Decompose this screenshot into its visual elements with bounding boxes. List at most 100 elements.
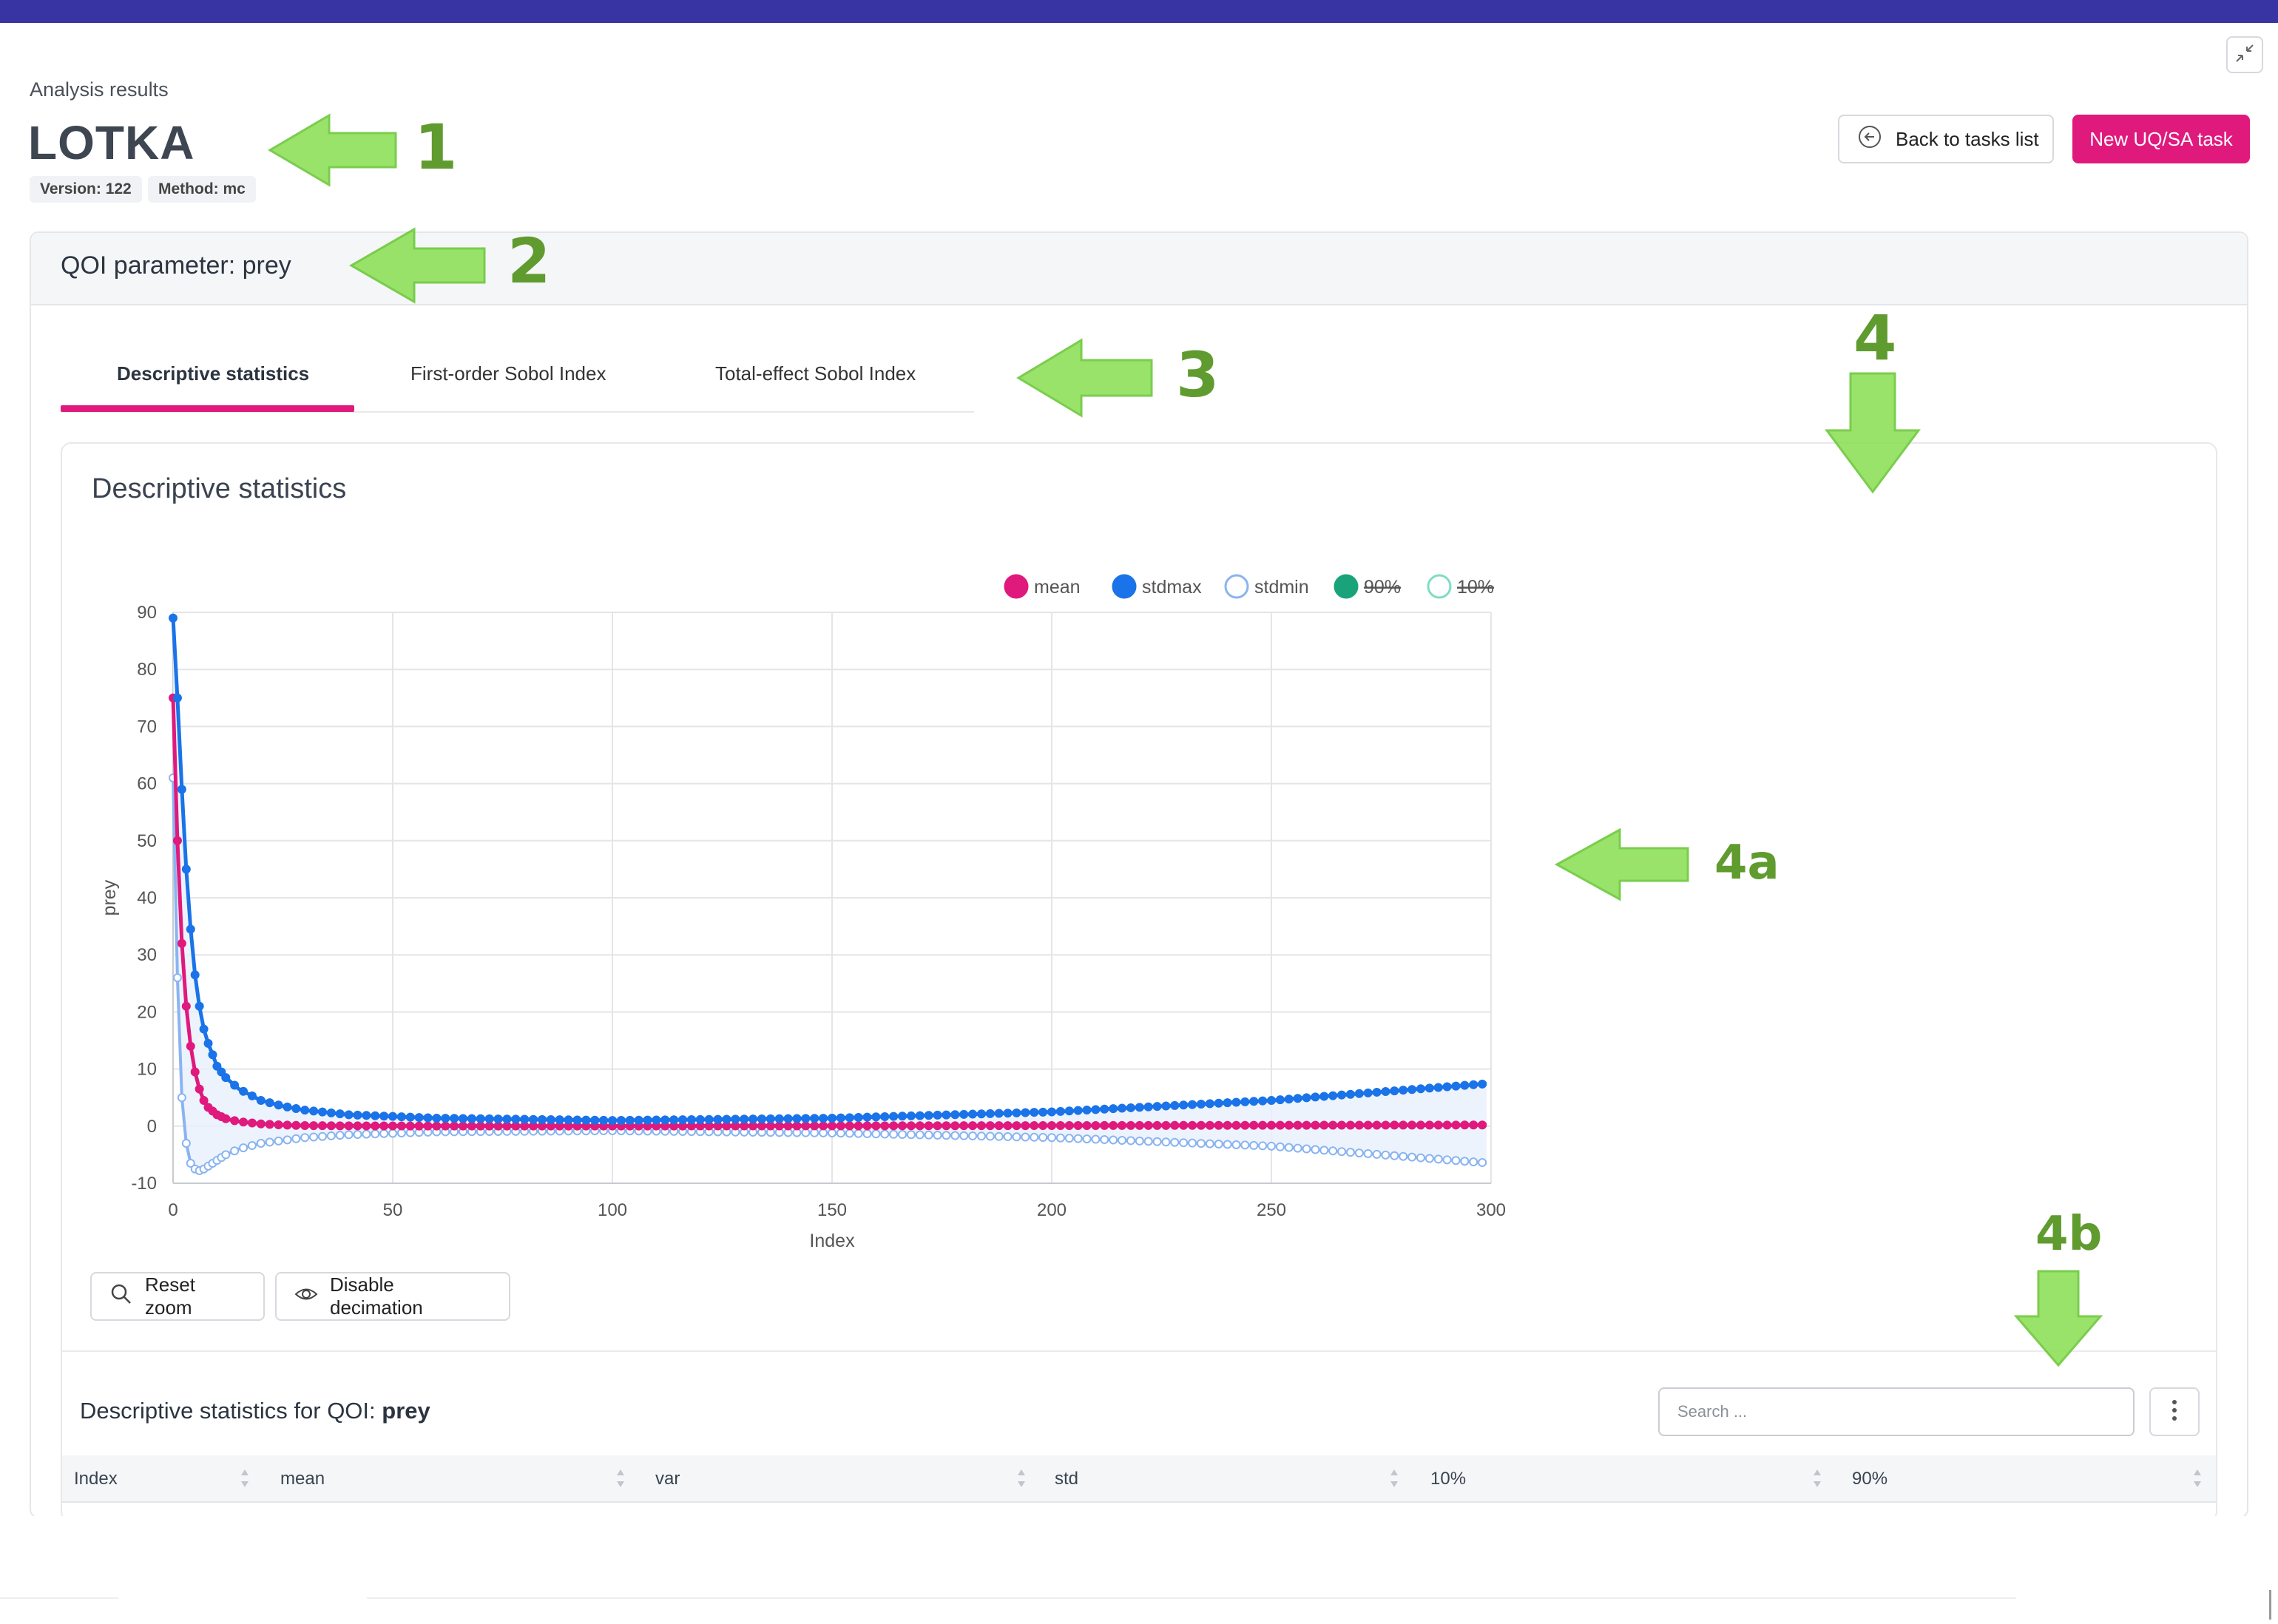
footer-divider — [367, 1597, 2016, 1599]
x-tick-label: 200 — [1037, 1200, 1067, 1220]
data-point-stdmin — [1460, 1157, 1470, 1166]
data-point-stdmax — [353, 1110, 362, 1120]
data-point-mean — [432, 1121, 442, 1131]
data-point-mean — [1416, 1120, 1425, 1130]
data-point-stdmin — [1319, 1146, 1329, 1155]
sort-icon[interactable] — [240, 1467, 250, 1493]
disable-decimation-button[interactable]: Disable decimation — [275, 1272, 510, 1321]
data-point-mean — [353, 1121, 362, 1131]
collapse-button[interactable] — [2226, 36, 2263, 73]
data-point-stdmin — [828, 1129, 836, 1138]
annotation-arrow-left-icon — [268, 113, 397, 187]
data-point-stdmax — [765, 1114, 775, 1123]
data-point-stdmin — [256, 1138, 266, 1148]
legend-label: stdmax — [1142, 577, 1202, 598]
sort-icon[interactable] — [615, 1467, 626, 1493]
panel-divider — [62, 1350, 2216, 1352]
data-point-stdmax — [335, 1109, 345, 1119]
column-header-10pct[interactable]: 10% — [1430, 1469, 1466, 1489]
data-point-mean — [239, 1117, 249, 1127]
data-point-stdmax — [625, 1115, 635, 1125]
column-header-var[interactable]: var — [655, 1469, 680, 1489]
data-point-stdmax — [1179, 1100, 1189, 1110]
data-point-stdmin — [1407, 1152, 1417, 1162]
data-point-mean — [230, 1116, 240, 1126]
annotation-label-4a: 4a — [1714, 836, 1780, 890]
annotation-label-3: 3 — [1176, 339, 1220, 411]
data-point-stdmax — [1214, 1098, 1223, 1108]
data-point-stdmax — [985, 1109, 995, 1118]
legend-item-mean[interactable]: mean — [1004, 574, 1081, 599]
data-point-stdmax — [1170, 1100, 1180, 1110]
column-header-mean[interactable]: mean — [280, 1469, 325, 1489]
data-point-stdmax — [317, 1107, 327, 1117]
data-point-stdmax — [792, 1114, 802, 1123]
data-point-mean — [862, 1121, 872, 1131]
data-point-mean — [915, 1121, 925, 1131]
data-point-stdmin — [353, 1129, 362, 1139]
data-point-stdmin — [968, 1131, 978, 1141]
data-point-mean — [1407, 1120, 1417, 1130]
page-subtitle: Analysis results — [30, 78, 169, 101]
table-search-input[interactable] — [1658, 1387, 2135, 1436]
data-point-stdmax — [722, 1114, 731, 1124]
new-task-button[interactable]: New UQ/SA task — [2072, 115, 2250, 163]
data-point-mean — [1319, 1120, 1329, 1130]
page-title: LOTKA — [28, 116, 195, 169]
legend-item-90pct[interactable]: 90% — [1334, 574, 1401, 599]
data-point-mean — [1170, 1120, 1180, 1130]
descriptive-statistics-chart[interactable]: 0 50 100 150 200 250 300 -10 0 10 20 30 40 50 60 70 80 90… — [74, 562, 1524, 1272]
data-point-mean — [1363, 1120, 1373, 1130]
data-point-mean — [247, 1118, 257, 1128]
data-point-stdmin — [1390, 1151, 1399, 1160]
sort-icon[interactable] — [1016, 1467, 1027, 1493]
annotation-arrow-left-icon — [1554, 828, 1689, 901]
legend-item-stdmax[interactable]: stdmax — [1112, 574, 1202, 599]
tab-first-order-sobol[interactable]: First-order Sobol Index — [410, 362, 606, 385]
data-point-mean — [1135, 1120, 1144, 1130]
data-point-stdmax — [432, 1113, 442, 1123]
reset-zoom-button[interactable]: Reset zoom — [90, 1272, 265, 1321]
data-point-stdmax — [889, 1112, 899, 1121]
eye-icon — [294, 1282, 318, 1311]
y-axis-title: prey — [99, 879, 120, 916]
data-point-mean — [371, 1121, 380, 1131]
data-point-stdmax — [871, 1112, 881, 1122]
page-footer-area — [0, 1516, 2278, 1624]
tab-descriptive-statistics[interactable]: Descriptive statistics — [117, 362, 309, 385]
data-point-stdmax — [862, 1112, 872, 1122]
sort-icon[interactable] — [1389, 1467, 1399, 1493]
column-header-90pct[interactable]: 90% — [1852, 1469, 1887, 1489]
data-point-mean — [1267, 1120, 1276, 1130]
data-point-stdmax — [915, 1111, 925, 1120]
data-point-stdmin — [1284, 1143, 1294, 1152]
data-point-mean — [1047, 1121, 1056, 1131]
data-point-stdmin — [1442, 1155, 1452, 1165]
table-menu-button[interactable] — [2149, 1387, 2200, 1436]
data-point-mean — [283, 1120, 292, 1130]
data-point-stdmax — [1126, 1103, 1135, 1112]
data-point-mean — [1460, 1120, 1470, 1130]
data-point-stdmin — [1179, 1138, 1189, 1148]
y-tick-label: 0 — [147, 1117, 157, 1137]
data-point-stdmax — [186, 924, 195, 934]
back-to-tasks-button[interactable]: Back to tasks list — [1838, 115, 2054, 163]
data-point-stdmax — [564, 1115, 573, 1125]
sort-icon[interactable] — [2192, 1467, 2203, 1493]
sort-icon[interactable] — [1812, 1467, 1822, 1493]
data-point-stdmin — [344, 1130, 354, 1140]
data-point-mean — [1196, 1120, 1206, 1130]
tab-total-effect-sobol[interactable]: Total-effect Sobol Index — [715, 362, 916, 385]
legend-item-stdmin[interactable]: stdmin — [1224, 574, 1309, 599]
annotation-arrow-down-icon — [1825, 372, 1921, 494]
data-point-stdmin — [1038, 1132, 1048, 1142]
data-point-stdmin — [985, 1131, 995, 1141]
column-header-std[interactable]: std — [1055, 1469, 1078, 1489]
column-header-index[interactable]: Index — [74, 1469, 118, 1489]
std-band-area — [173, 618, 1487, 1171]
data-point-stdmax — [924, 1111, 933, 1120]
legend-item-10pct[interactable]: 10% — [1427, 574, 1494, 599]
data-point-mean — [819, 1121, 828, 1131]
data-point-stdmax — [326, 1108, 336, 1117]
scrollbar[interactable] — [2269, 1590, 2271, 1620]
